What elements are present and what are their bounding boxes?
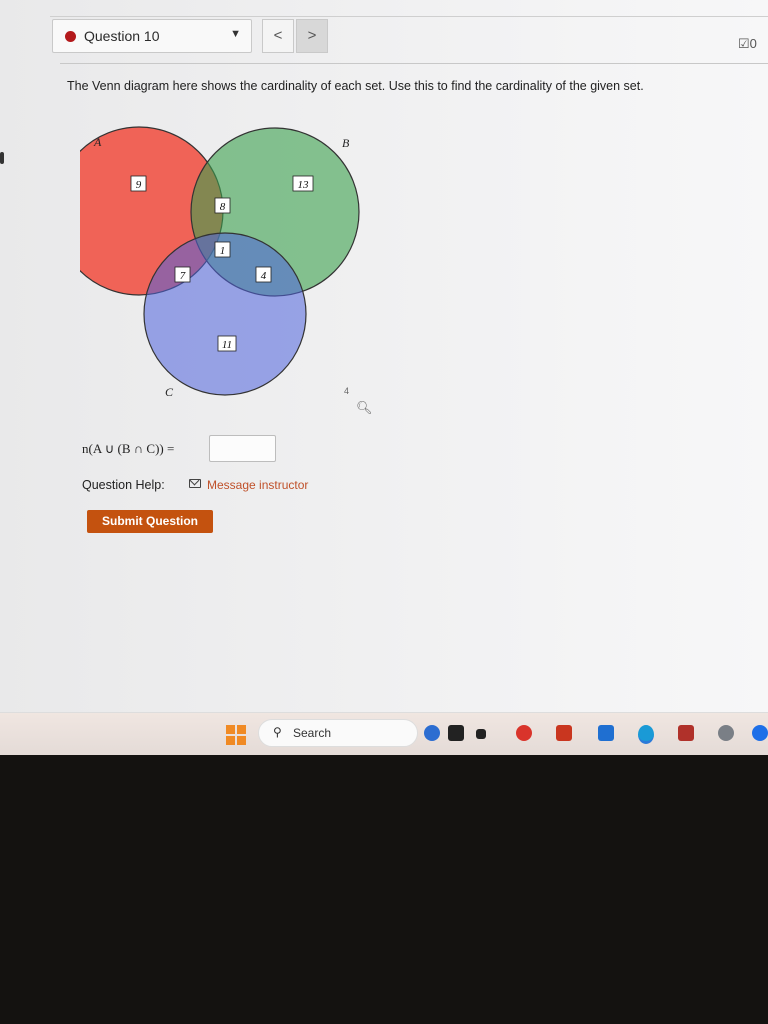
app-icon-edge-blue[interactable] — [752, 725, 768, 741]
region-c-only-value: 11 — [222, 339, 232, 351]
score-value: 0 — [749, 36, 757, 51]
answer-input[interactable] — [209, 435, 276, 462]
region-abc-value: 1 — [220, 245, 226, 257]
set-a-label: A — [93, 135, 102, 149]
browser-viewport: Question 10 ▼ < > ☑0 The Venn diagram he… — [0, 0, 768, 712]
file-explorer-icon[interactable] — [598, 725, 614, 741]
set-expression: n(A ∪ (B ∩ C)) = — [82, 441, 175, 456]
office-icon[interactable] — [556, 725, 572, 741]
region-b-only-value: 13 — [298, 179, 310, 191]
mail-icon — [189, 479, 201, 488]
os-taskbar: ⚲ Search — [0, 712, 768, 755]
question-prompt: The Venn diagram here shows the cardinal… — [67, 79, 644, 93]
window-edge-marker — [0, 152, 4, 164]
caret-down-icon: ▼ — [230, 28, 241, 40]
question-selector-label: Question 10 — [84, 28, 160, 44]
dell-icon[interactable] — [718, 725, 734, 741]
header-divider — [60, 63, 768, 64]
set-b-label: B — [342, 136, 350, 150]
windows-start-icon[interactable] — [226, 725, 246, 745]
taskbar-search-box[interactable]: ⚲ Search — [258, 719, 418, 747]
taskbar-search-label: Search — [293, 726, 332, 740]
question-selector[interactable]: Question 10 ▼ — [52, 19, 252, 53]
widgets-icon[interactable] — [424, 725, 440, 741]
edge-browser-icon[interactable] — [638, 725, 654, 744]
status-dot-icon — [65, 31, 76, 42]
search-icon: ⚲ — [273, 725, 282, 739]
store-icon[interactable] — [678, 725, 694, 741]
message-instructor-link[interactable]: Message instructor — [207, 478, 308, 492]
desktop-icon[interactable] — [476, 729, 486, 739]
stray-mark-text: 4 — [344, 386, 350, 396]
task-view-icon[interactable] — [448, 725, 464, 741]
set-c-label: C — [165, 385, 174, 399]
region-ac-only-value: 7 — [180, 270, 186, 282]
region-bc-only-value: 4 — [261, 270, 267, 282]
question-help-label: Question Help: — [82, 478, 165, 492]
stray-mark: 4 🔍︎ — [344, 386, 373, 416]
region-a-only-value: 9 — [136, 179, 142, 191]
next-question-button[interactable]: > — [296, 19, 328, 53]
region-ab-only-value: 8 — [220, 201, 226, 213]
venn-diagram: A B C 9 13 8 1 7 4 11 — [80, 126, 360, 399]
submit-question-button[interactable]: Submit Question — [87, 510, 213, 533]
chat-icon[interactable] — [516, 725, 532, 741]
top-divider — [50, 16, 768, 17]
checkbox-icon: ☑ — [738, 36, 750, 51]
magnifier-icon: 🔍︎ — [356, 400, 373, 415]
score-indicator: ☑0 — [738, 36, 757, 52]
previous-question-button[interactable]: < — [262, 19, 294, 53]
